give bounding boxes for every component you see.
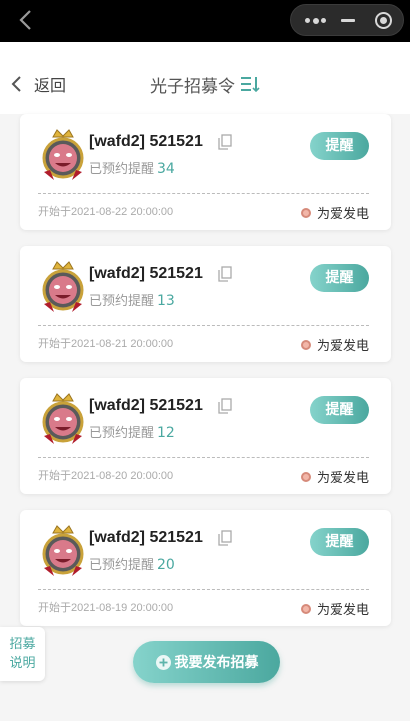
reserve-label: 已预约提醒 xyxy=(89,162,155,177)
publisher-avatar xyxy=(300,339,311,350)
publisher-name: 为爱发电 xyxy=(316,339,369,354)
side-tab-line2: 说明 xyxy=(9,656,36,671)
reserve-label: 已预约提醒 xyxy=(89,426,155,441)
publisher: 为爱发电 xyxy=(300,599,369,618)
publisher-avatar xyxy=(300,603,311,614)
dashed-divider xyxy=(38,457,369,458)
page-title: 光子招募令 xyxy=(150,77,235,97)
nav-bar: 返回 光子招募令 xyxy=(0,42,410,114)
start-time: 开始于2021-08-19 20:00:00 xyxy=(38,602,174,614)
reserve-count: 13 xyxy=(157,293,175,309)
reserve-info: 已预约提醒 34 xyxy=(89,158,175,177)
reserve-info: 已预约提醒 20 xyxy=(89,554,175,573)
publisher: 为爱发电 xyxy=(300,203,369,222)
card-title: [wafd2] 521521 xyxy=(89,133,203,150)
side-tab-line1: 招募 xyxy=(9,637,36,652)
more-dots-icon[interactable] xyxy=(305,17,326,24)
back-chevron-icon xyxy=(11,76,21,92)
back-label: 返回 xyxy=(34,76,67,95)
card-title: [wafd2] 521521 xyxy=(89,265,203,282)
dashed-divider xyxy=(38,325,369,326)
recruit-guide-tab[interactable]: 招募 说明 xyxy=(0,627,45,681)
publisher-name: 为爱发电 xyxy=(316,603,369,618)
copy-icon[interactable] xyxy=(218,398,232,414)
publisher: 为爱发电 xyxy=(300,467,369,486)
crown-avatar-icon xyxy=(42,393,84,444)
reserve-info: 已预约提醒 13 xyxy=(89,290,175,309)
remind-button[interactable]: 提醒 xyxy=(310,264,369,292)
reserve-count: 12 xyxy=(157,425,175,441)
plus-circle-icon xyxy=(155,654,171,670)
publisher: 为爱发电 xyxy=(300,335,369,354)
reserve-info: 已预约提醒 12 xyxy=(89,422,175,441)
publish-label: 我要发布招募 xyxy=(174,655,259,671)
dashed-divider xyxy=(38,589,369,590)
dashed-divider xyxy=(38,193,369,194)
publisher-avatar xyxy=(300,471,311,482)
system-top-bar xyxy=(0,0,410,42)
minimize-icon[interactable] xyxy=(341,19,355,22)
recruit-card[interactable]: [wafd2] 521521 已预约提醒 34 提醒 开始于2021-08-22 … xyxy=(20,114,391,230)
remind-button[interactable]: 提醒 xyxy=(310,132,369,160)
crown-avatar-icon xyxy=(42,525,84,576)
back-button[interactable]: 返回 xyxy=(10,72,66,96)
reserve-count: 34 xyxy=(157,161,175,177)
publisher-avatar xyxy=(300,207,311,218)
start-time: 开始于2021-08-20 20:00:00 xyxy=(38,470,174,482)
start-time: 开始于2021-08-22 20:00:00 xyxy=(38,206,174,218)
card-title: [wafd2] 521521 xyxy=(89,529,203,546)
crown-avatar-icon xyxy=(42,129,84,180)
reserve-label: 已预约提醒 xyxy=(89,558,155,573)
reserve-count: 20 xyxy=(157,557,175,573)
remind-button[interactable]: 提醒 xyxy=(310,396,369,424)
mini-program-capsule xyxy=(290,4,404,36)
start-time: 开始于2021-08-21 20:00:00 xyxy=(38,338,174,350)
remind-button[interactable]: 提醒 xyxy=(310,528,369,556)
top-back-chevron-icon[interactable] xyxy=(16,9,38,31)
recruit-card[interactable]: [wafd2] 521521 已预约提醒 12 提醒 开始于2021-08-20 … xyxy=(20,378,391,494)
card-title: [wafd2] 521521 xyxy=(89,397,203,414)
menu-list-icon[interactable] xyxy=(240,76,260,92)
reserve-label: 已预约提醒 xyxy=(89,294,155,309)
publisher-name: 为爱发电 xyxy=(316,207,369,222)
target-close-icon[interactable] xyxy=(375,12,392,29)
publish-recruit-button[interactable]: 我要发布招募 xyxy=(133,641,280,683)
crown-avatar-icon xyxy=(42,261,84,312)
recruit-card[interactable]: [wafd2] 521521 已预约提醒 13 提醒 开始于2021-08-21 … xyxy=(20,246,391,362)
publisher-name: 为爱发电 xyxy=(316,471,369,486)
recruit-card[interactable]: [wafd2] 521521 已预约提醒 20 提醒 开始于2021-08-19 … xyxy=(20,510,391,626)
copy-icon[interactable] xyxy=(218,266,232,282)
copy-icon[interactable] xyxy=(218,530,232,546)
copy-icon[interactable] xyxy=(218,134,232,150)
